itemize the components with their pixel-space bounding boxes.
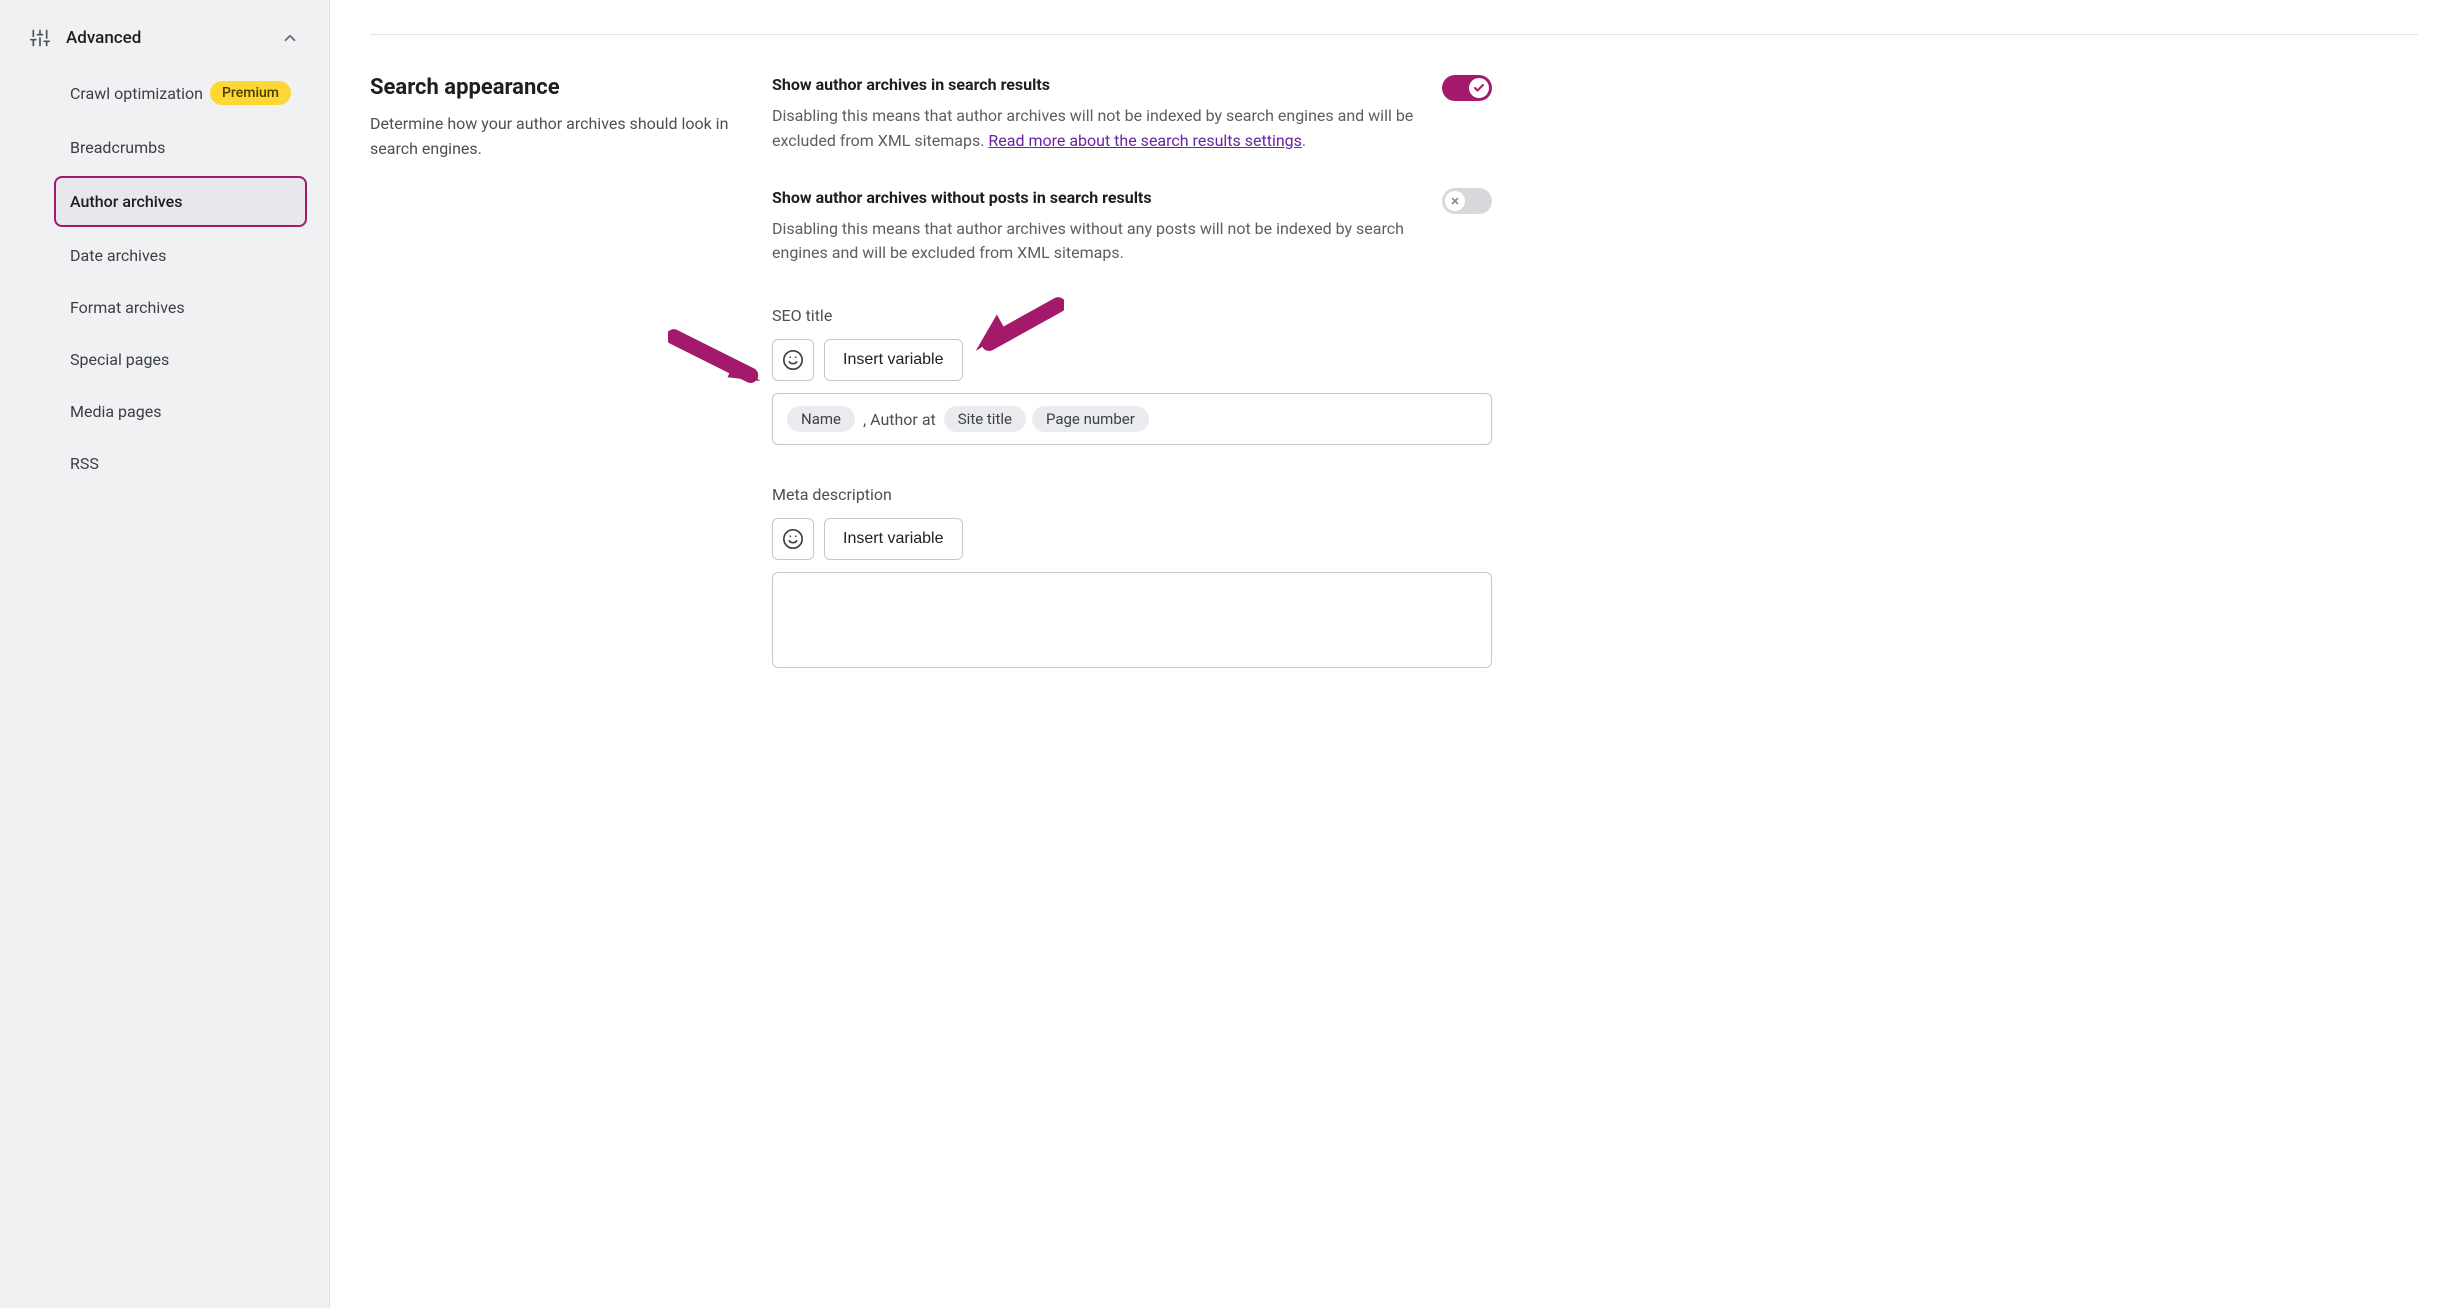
setting-description: Disabling this means that author archive… [772,104,1418,154]
field-label: Meta description [772,485,1492,504]
toggle-show-author-archives[interactable] [1442,75,1492,101]
sidebar-item-label: Date archives [70,246,291,265]
seo-title-input[interactable]: Name , Author at Site title Page number [772,393,1492,445]
seo-title-field: SEO title Insert variable Name , Author … [772,306,1492,445]
main-content: Search appearance Determine how your aut… [330,0,2458,1308]
close-icon [1445,191,1465,211]
setting-desc-text: . [1302,131,1306,150]
setting-show-author-archives: Show author archives in search results D… [772,75,1492,154]
insert-variable-button[interactable]: Insert variable [824,518,963,560]
emoji-button[interactable] [772,339,814,381]
sidebar-item-breadcrumbs[interactable]: Breadcrumbs [62,124,307,171]
sidebar-header-title: Advanced [66,28,265,48]
sidebar-item-crawl-optimization[interactable]: Crawl optimization Premium [62,67,307,119]
premium-badge: Premium [210,81,291,105]
setting-description: Disabling this means that author archive… [772,217,1418,267]
emoji-button[interactable] [772,518,814,560]
setting-title: Show author archives without posts in se… [772,188,1418,207]
sidebar-item-label: Special pages [70,350,291,369]
section-title: Search appearance [370,75,732,100]
sidebar-item-media-pages[interactable]: Media pages [62,388,307,435]
variable-token-name[interactable]: Name [787,406,855,432]
token-text: , Author at [861,410,938,429]
section-description: Determine how your author archives shoul… [370,112,732,162]
sidebar-items: Crawl optimization Premium Breadcrumbs A… [22,67,307,487]
sidebar-item-label: Media pages [70,402,291,421]
setting-title: Show author archives in search results [772,75,1418,94]
sidebar-item-author-archives[interactable]: Author archives [54,176,307,227]
check-icon [1469,78,1489,98]
sidebar-item-format-archives[interactable]: Format archives [62,284,307,331]
chevron-up-icon [281,29,299,47]
sidebar-section-advanced[interactable]: Advanced [22,18,307,62]
toggle-show-without-posts[interactable] [1442,188,1492,214]
sidebar-item-label: Format archives [70,298,291,317]
smile-icon [782,349,804,371]
meta-description-input[interactable] [772,572,1492,668]
divider [370,34,2418,35]
sidebar-item-rss[interactable]: RSS [62,440,307,487]
setting-show-without-posts: Show author archives without posts in se… [772,188,1492,267]
field-label: SEO title [772,306,1492,325]
meta-description-field: Meta description Insert variable [772,485,1492,668]
read-more-link[interactable]: Read more about the search results setti… [988,131,1302,150]
sidebar: Advanced Crawl optimization Premium Brea… [0,0,330,1308]
variable-token-site-title[interactable]: Site title [944,406,1026,432]
sidebar-item-label: Breadcrumbs [70,138,291,157]
sidebar-item-special-pages[interactable]: Special pages [62,336,307,383]
sidebar-item-label: RSS [70,454,291,473]
sidebar-item-label: Author archives [70,192,289,211]
sidebar-item-label: Crawl optimization [70,84,210,103]
sidebar-item-date-archives[interactable]: Date archives [62,232,307,279]
sliders-icon [30,28,50,48]
smile-icon [782,528,804,550]
insert-variable-button[interactable]: Insert variable [824,339,963,381]
variable-token-page-number[interactable]: Page number [1032,406,1149,432]
